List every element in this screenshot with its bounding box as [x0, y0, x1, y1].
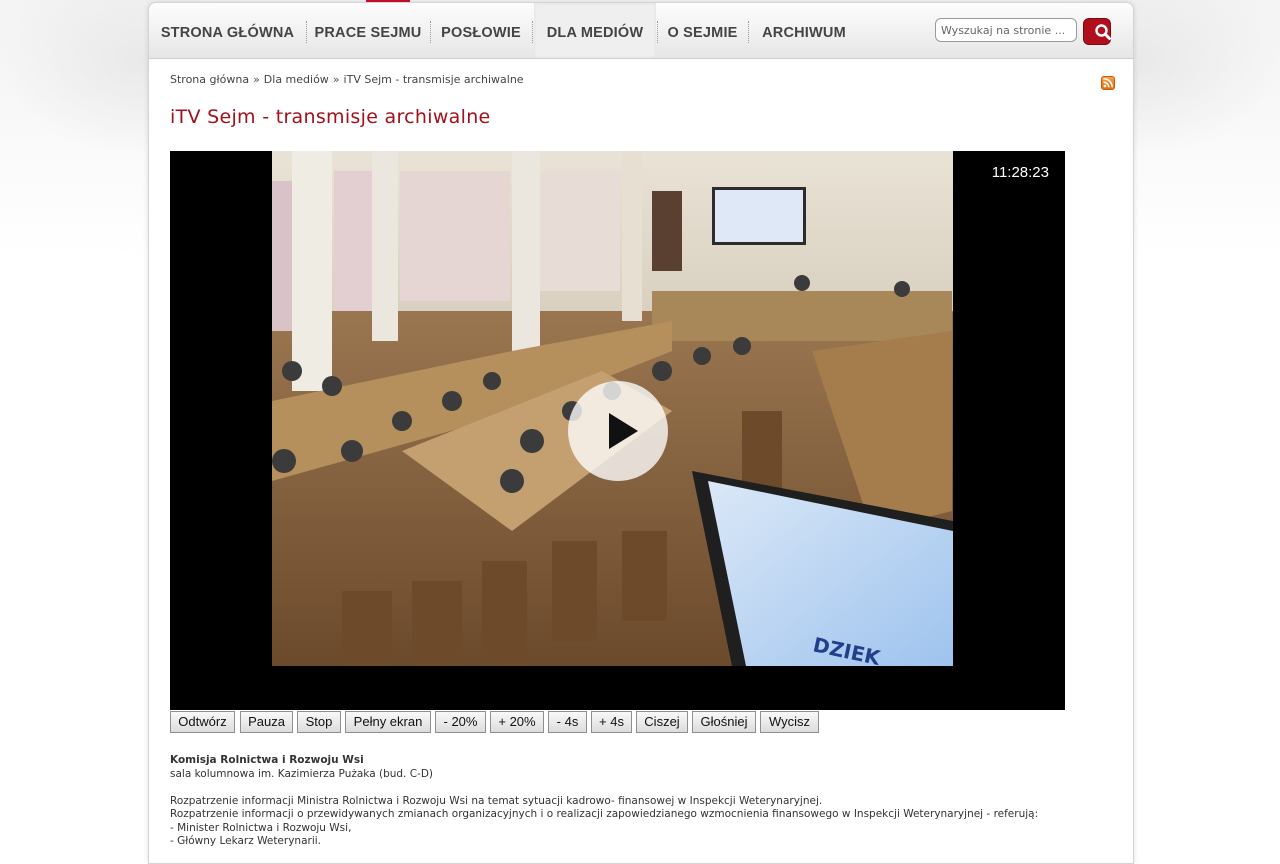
play-button[interactable]: Odtwórz [170, 711, 235, 733]
agenda-item: Rozpatrzenie informacji Ministra Rolnict… [170, 794, 823, 807]
volume-up-button[interactable]: Głośniej [692, 711, 756, 733]
speed-up-button[interactable]: + 20% [490, 711, 544, 733]
magnifier-icon [1095, 24, 1111, 40]
main-navigation: STRONA GŁÓWNA PRACE SEJMU POSŁOWIE DLA M… [149, 3, 1133, 59]
rss-icon[interactable] [1101, 76, 1115, 90]
play-icon[interactable] [568, 381, 668, 481]
breadcrumb-current: iTV Sejm - transmisje archiwalne [343, 73, 524, 86]
search-button[interactable] [1083, 18, 1111, 45]
nav-item-strona-glowna[interactable]: STRONA GŁÓWNA [149, 3, 306, 58]
breadcrumb: Strona główna» Dla mediów» iTV Sejm - tran… [170, 73, 524, 86]
fullscreen-button[interactable]: Pełny ekran [345, 711, 431, 733]
nav-item-dla-mediow[interactable]: DLA MEDIÓW [534, 3, 656, 58]
page-container: STRONA GŁÓWNA PRACE SEJMU POSŁOWIE DLA M… [148, 2, 1134, 864]
breadcrumb-separator: » [332, 73, 340, 86]
page-title: iTV Sejm - transmisje archiwalne [170, 106, 491, 128]
session-info: Komisja Rolnictwa i Rozwoju Wsi sala kol… [170, 754, 1110, 849]
nav-separator [532, 21, 533, 43]
committee-name: Komisja Rolnictwa i Rozwoju Wsi [170, 754, 364, 766]
nav-item-archiwum[interactable]: ARCHIWUM [749, 3, 859, 58]
mute-button[interactable]: Wycisz [760, 711, 819, 733]
search-input[interactable] [935, 18, 1077, 42]
nav-item-prace-sejmu[interactable]: PRACE SEJMU [307, 3, 429, 58]
volume-down-button[interactable]: Ciszej [636, 711, 688, 733]
agenda-item: - Minister Rolnictwa i Rozwoju Wsi, [170, 821, 352, 834]
pause-button[interactable]: Pauza [240, 711, 293, 733]
video-player[interactable]: DZIEK 11:28:23 [170, 151, 1065, 710]
breadcrumb-separator: » [253, 73, 260, 86]
speed-down-button[interactable]: - 20% [435, 711, 486, 733]
seek-forward-button[interactable]: + 4s [591, 711, 632, 733]
stop-button[interactable]: Stop [297, 711, 341, 733]
seek-back-button[interactable]: - 4s [548, 711, 587, 733]
room-name: sala kolumnowa im. Kazimierza Pużaka (bu… [170, 767, 434, 780]
breadcrumb-link-home[interactable]: Strona główna [170, 73, 249, 86]
video-time-display: 11:28:23 [991, 164, 1049, 181]
breadcrumb-link-dla-mediow[interactable]: Dla mediów [264, 73, 329, 86]
nav-item-poslowie[interactable]: POSŁOWIE [431, 3, 531, 58]
nav-item-o-sejmie[interactable]: O SEJMIE [658, 3, 747, 58]
agenda-item: Rozpatrzenie informacji o przewidywanych… [170, 808, 1039, 820]
